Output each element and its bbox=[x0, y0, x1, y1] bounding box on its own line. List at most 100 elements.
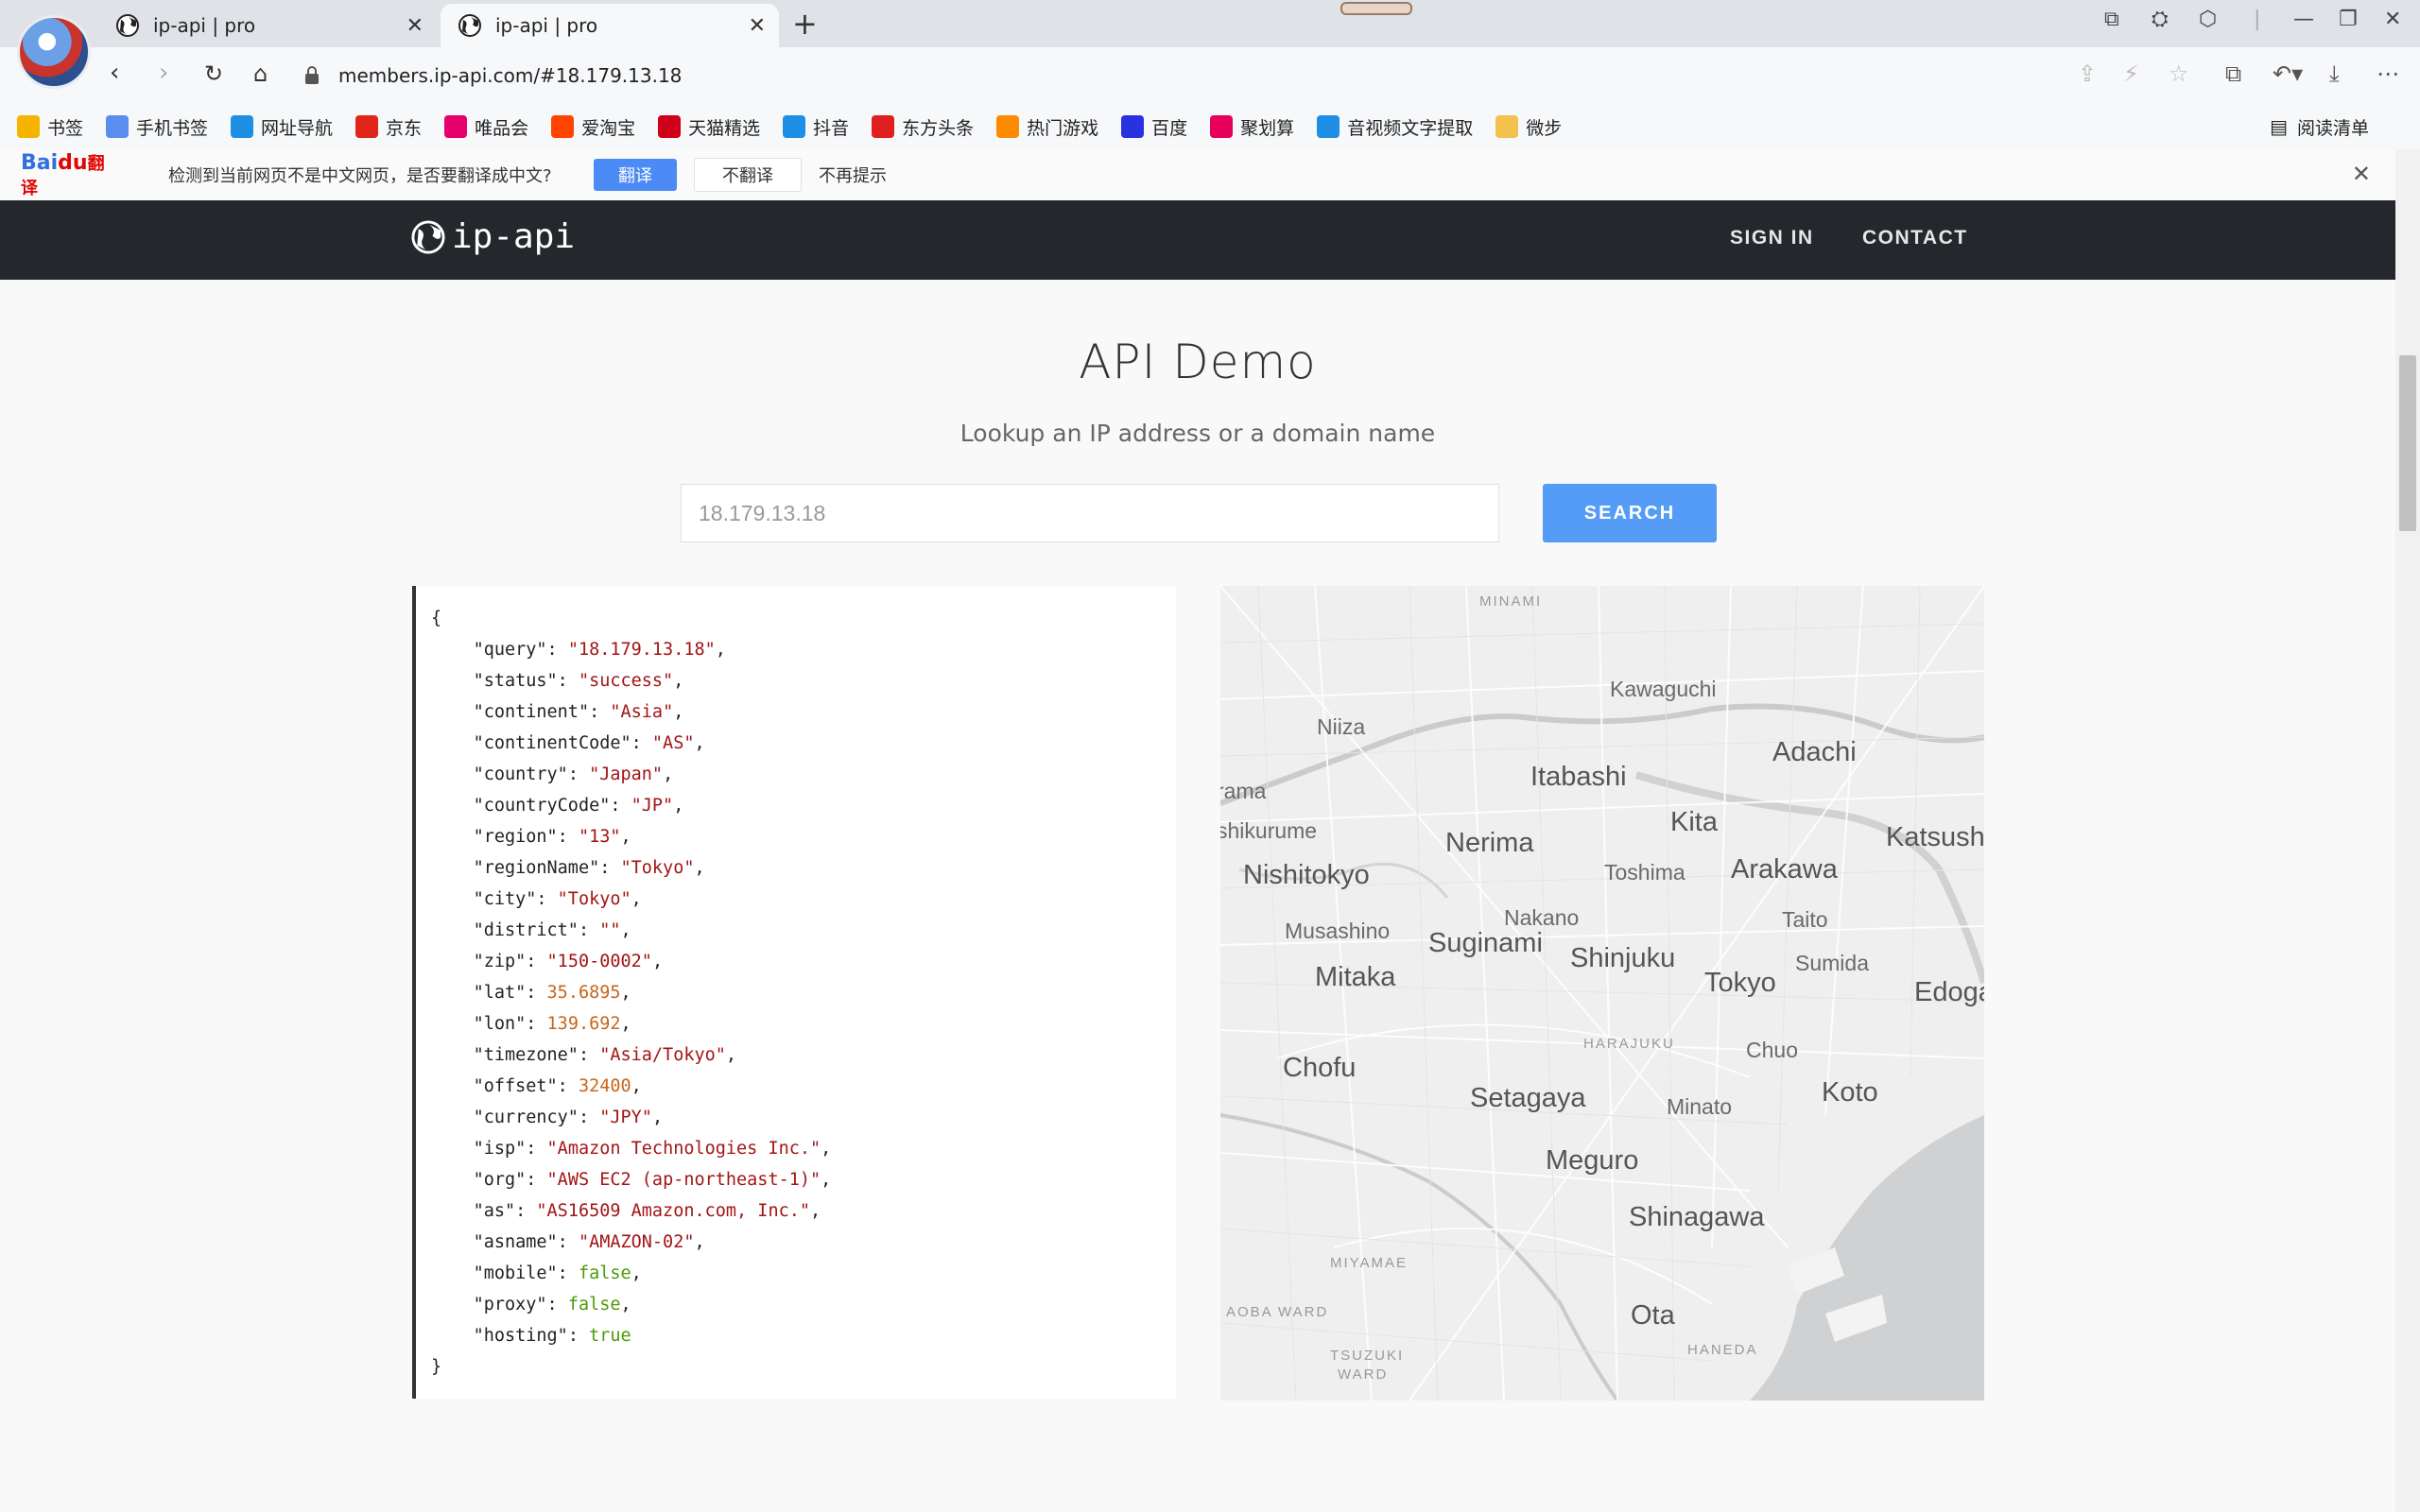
bookmark-item[interactable]: 微步 bbox=[1495, 114, 1562, 140]
map-label: Toshima bbox=[1604, 860, 1685, 885]
site-logo-text: ip-api bbox=[452, 217, 576, 256]
bookmark-item[interactable]: 京东 bbox=[355, 114, 422, 140]
json-line: "status": "success", bbox=[473, 671, 684, 691]
bookmark-item[interactable]: 音视频文字提取 bbox=[1317, 114, 1473, 140]
url-text: members.ip-api.com/#18.179.13.18 bbox=[338, 64, 683, 87]
json-value: "Asia/Tokyo" bbox=[599, 1045, 726, 1065]
logo-text: Bai bbox=[21, 151, 59, 175]
restore-icon[interactable]: ❐ bbox=[2339, 8, 2358, 31]
json-line: "timezone": "Asia/Tokyo", bbox=[473, 1045, 737, 1065]
reload-icon[interactable]: ↻ bbox=[204, 60, 223, 87]
share-icon[interactable]: ⇪ bbox=[2078, 60, 2097, 87]
json-key: "mobile" bbox=[473, 1263, 558, 1283]
extension-icon[interactable]: ⬡ bbox=[2199, 8, 2217, 31]
search-button[interactable]: SEARCH bbox=[1543, 484, 1717, 542]
download-icon[interactable]: ⤓ bbox=[2329, 60, 2340, 87]
scrollbar-thumb[interactable] bbox=[2399, 355, 2416, 531]
bookmark-label: 热门游戏 bbox=[1027, 117, 1099, 139]
close-icon[interactable]: ✕ bbox=[2352, 161, 2371, 187]
bookmark-item[interactable]: 东方头条 bbox=[872, 114, 974, 140]
edge-icon bbox=[231, 115, 254, 138]
no-translate-button[interactable]: 不翻译 bbox=[694, 158, 802, 192]
bookmark-item[interactable]: 聚划算 bbox=[1210, 114, 1294, 140]
star-outline-icon[interactable]: ☆ bbox=[2169, 60, 2189, 87]
logo-accent: du bbox=[58, 151, 88, 175]
baidu-paw-icon bbox=[1121, 115, 1145, 138]
tab-ip-api-2[interactable]: ip-api | pro ✕ bbox=[441, 4, 779, 47]
json-key: "currency" bbox=[473, 1108, 579, 1127]
undo-icon[interactable]: ↶▾ bbox=[2273, 60, 2303, 87]
extensions-icon[interactable]: ⧉ bbox=[2225, 60, 2241, 87]
incognito-icon[interactable]: ⛭ bbox=[2152, 8, 2169, 31]
bookmark-label: 音视频文字提取 bbox=[1347, 117, 1474, 139]
json-value: "success" bbox=[578, 671, 674, 691]
translate-button[interactable]: 翻译 bbox=[594, 159, 677, 191]
json-key: "city" bbox=[473, 889, 537, 909]
tab-strip: ip-api | pro ✕ ip-api | pro ✕ + ⧉ ⛭ ⬡ | … bbox=[0, 0, 2420, 89]
bookmark-item[interactable]: 网址导航 bbox=[231, 114, 333, 140]
bookmark-item[interactable]: 书签 bbox=[17, 114, 83, 140]
taobao-icon bbox=[551, 115, 575, 138]
json-line: "offset": 32400, bbox=[473, 1076, 642, 1096]
reading-list-button[interactable]: ▤ 阅读清单 bbox=[2270, 104, 2369, 149]
bookmark-label: 爱淘宝 bbox=[581, 117, 636, 139]
tab-actions-icon[interactable]: ⧉ bbox=[2104, 8, 2119, 31]
map-label: Musashino bbox=[1285, 919, 1391, 943]
bookmark-item[interactable]: 抖音 bbox=[783, 114, 849, 140]
bookmark-item[interactable]: 天猫精选 bbox=[658, 114, 760, 140]
lightning-icon[interactable]: ⚡ bbox=[2123, 60, 2139, 87]
jd-icon bbox=[355, 115, 379, 138]
browser-toolbar: ‹ › ↻ ⌂ members.ip-api.com/#18.179.13.18… bbox=[0, 47, 2420, 104]
json-line: "region": "13", bbox=[473, 827, 631, 847]
json-line: "isp": "Amazon Technologies Inc.", bbox=[473, 1139, 832, 1159]
more-menu-icon[interactable]: ⋯ bbox=[2377, 60, 2399, 87]
never-prompt-link[interactable]: 不再提示 bbox=[819, 163, 887, 187]
json-key: "org" bbox=[473, 1170, 527, 1190]
map-label: Mitaka bbox=[1315, 962, 1396, 992]
bookmark-item[interactable]: 百度 bbox=[1121, 114, 1187, 140]
folder-icon bbox=[1495, 115, 1519, 138]
bookmark-item[interactable]: 唯品会 bbox=[444, 114, 528, 140]
json-value: 35.6895 bbox=[546, 983, 621, 1003]
map-label: Nerima bbox=[1445, 828, 1534, 858]
nav-contact[interactable]: CONTACT bbox=[1862, 227, 1968, 249]
tab-ip-api-1[interactable]: ip-api | pro ✕ bbox=[98, 4, 437, 47]
map-label: Sumida bbox=[1795, 951, 1869, 975]
close-icon[interactable]: ✕ bbox=[749, 14, 766, 38]
translate-message: 检测到当前网页不是中文网页，是否要翻译成中文? bbox=[168, 166, 552, 186]
json-key: "timezone" bbox=[473, 1045, 579, 1065]
address-bar[interactable]: members.ip-api.com/#18.179.13.18 bbox=[301, 53, 2210, 98]
map-label: HANEDA bbox=[1687, 1342, 1758, 1358]
json-value: "Asia" bbox=[610, 702, 674, 722]
json-key: "hosting" bbox=[473, 1326, 568, 1346]
map-label: Nakano bbox=[1504, 905, 1580, 930]
back-icon[interactable]: ‹ bbox=[110, 59, 119, 87]
map-label: Arakawa bbox=[1731, 854, 1838, 885]
location-map[interactable]: MINAMI Kawaguchi Niiza Adachi Itabashi r… bbox=[1220, 586, 1984, 1400]
bookmark-item[interactable]: 热门游戏 bbox=[996, 114, 1098, 140]
close-window-icon[interactable]: ✕ bbox=[2384, 8, 2401, 31]
map-label: Minato bbox=[1667, 1094, 1733, 1119]
bookmark-item[interactable]: 爱淘宝 bbox=[551, 114, 635, 140]
map-label: Chuo bbox=[1746, 1038, 1798, 1062]
json-key: "asname" bbox=[473, 1232, 558, 1252]
bookmark-item[interactable]: 手机书签 bbox=[106, 114, 208, 140]
edge-icon bbox=[783, 115, 806, 138]
map-label: MIYAMAE bbox=[1330, 1255, 1409, 1271]
page-scrollbar[interactable] bbox=[2395, 149, 2420, 1512]
globe-icon bbox=[458, 13, 482, 38]
search-input[interactable] bbox=[681, 484, 1499, 542]
home-icon[interactable]: ⌂ bbox=[253, 60, 268, 87]
minimize-icon[interactable]: — bbox=[2293, 8, 2314, 31]
nav-sign-in[interactable]: SIGN IN bbox=[1730, 227, 1814, 249]
profile-avatar[interactable] bbox=[17, 15, 91, 89]
site-logo[interactable]: ip-api bbox=[410, 217, 575, 256]
close-icon[interactable]: ✕ bbox=[406, 14, 424, 38]
json-key: "countryCode" bbox=[473, 796, 611, 816]
json-line: "lat": 35.6895, bbox=[473, 983, 631, 1003]
json-value: false bbox=[567, 1295, 621, 1314]
forward-icon[interactable]: › bbox=[159, 59, 168, 87]
new-tab-button[interactable]: + bbox=[792, 6, 818, 42]
tab-search-pill[interactable] bbox=[1340, 2, 1412, 15]
json-key: "continent" bbox=[473, 702, 590, 722]
